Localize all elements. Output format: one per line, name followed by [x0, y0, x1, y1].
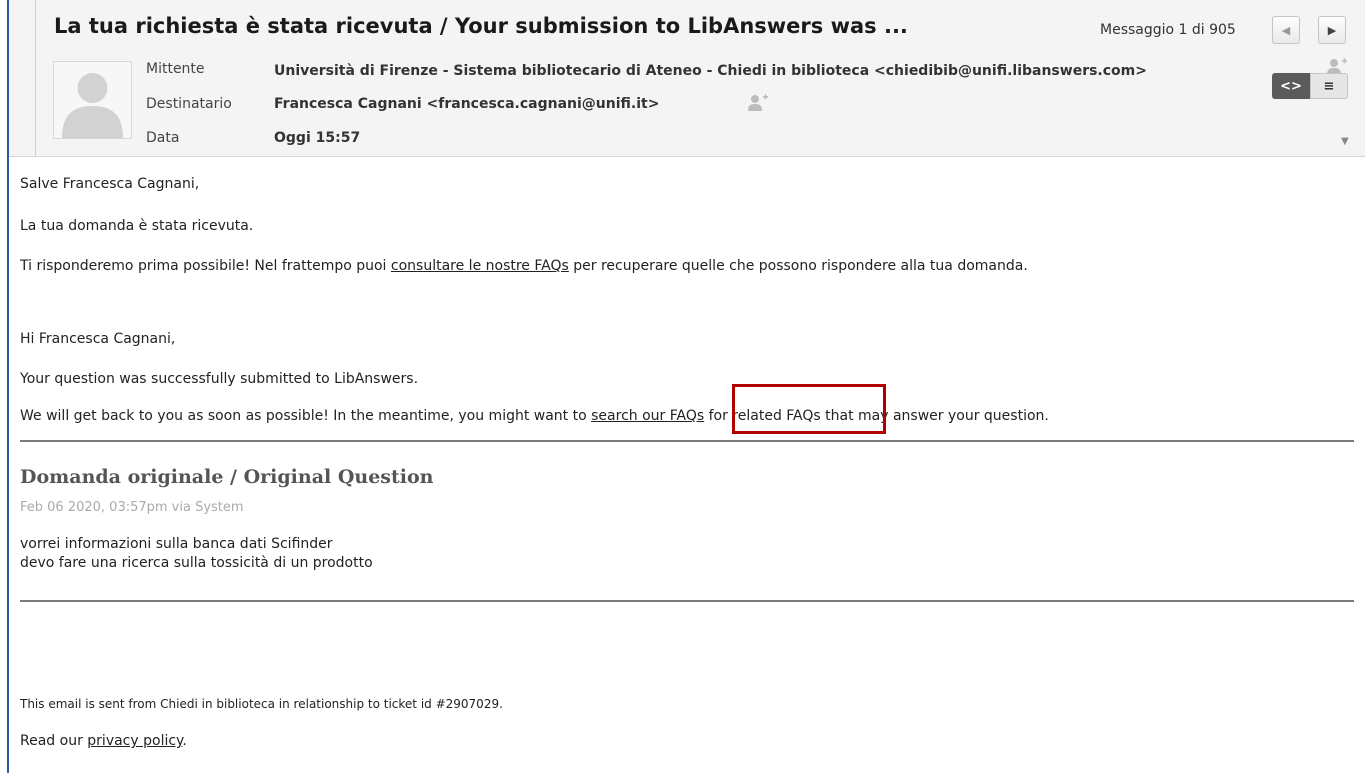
date-value: Oggi 15:57: [274, 130, 361, 146]
reply-italian-text: Ti risponderemo prima possibile! Nel fra…: [20, 258, 391, 274]
to-label: Destinatario: [146, 96, 232, 112]
divider: [20, 600, 1354, 602]
next-message-button[interactable]: ▶: [1318, 16, 1346, 44]
reply-english-text: We will get back to you as soon as possi…: [20, 408, 592, 424]
reply-italian: Ti risponderemo prima possibile! Nel fra…: [20, 258, 1028, 274]
privacy-line: Read our privacy policy.: [20, 733, 187, 749]
original-question-line: devo fare una ricerca sulla tossicità di…: [20, 555, 373, 571]
reply-italian-text-end: per recuperare quelle che possono rispon…: [568, 258, 1028, 274]
from-label: Mittente: [146, 61, 205, 77]
add-contact-icon[interactable]: [747, 94, 769, 112]
from-value[interactable]: Università di Firenze - Sistema bibliote…: [274, 63, 1147, 79]
ticket-note: This email is sent from Chiedi in biblio…: [20, 697, 503, 711]
faq-link-english[interactable]: search our FAQs: [591, 408, 704, 424]
previous-message-button[interactable]: ◀: [1272, 16, 1300, 44]
received-italian: La tua domanda è stata ricevuta.: [20, 218, 254, 234]
privacy-text-end: .: [182, 733, 187, 749]
message-header: La tua richiesta è stata ricevuta / Your…: [9, 0, 1365, 157]
original-question-title: Domanda originale / Original Question: [20, 466, 434, 488]
default-user-icon: [54, 62, 131, 138]
divider: [20, 440, 1354, 442]
original-question-line: vorrei informazioni sulla banca dati Sci…: [20, 536, 333, 552]
privacy-text: Read our: [20, 733, 88, 749]
chevron-left-icon: ◀: [1281, 23, 1291, 37]
privacy-policy-link[interactable]: privacy policy: [87, 733, 182, 749]
message-view: La tua richiesta è stata ricevuta / Your…: [7, 0, 1365, 773]
greeting-italian: Salve Francesca Cagnani,: [20, 176, 200, 192]
date-label: Data: [146, 130, 180, 146]
to-value[interactable]: Francesca Cagnani <francesca.cagnani@uni…: [274, 96, 659, 112]
reply-english: We will get back to you as soon as possi…: [20, 408, 1049, 424]
sender-avatar: [53, 61, 132, 139]
view-mode-toggle: <> ≡: [1272, 73, 1348, 99]
message-subject: La tua richiesta è stata ricevuta / Your…: [54, 14, 908, 38]
message-counter: Messaggio 1 di 905: [1100, 22, 1236, 38]
original-question-meta: Feb 06 2020, 03:57pm via System: [20, 500, 244, 515]
view-source-button[interactable]: <>: [1272, 73, 1310, 99]
chevron-right-icon: ▶: [1327, 23, 1337, 37]
received-english: Your question was successfully submitted…: [20, 371, 419, 387]
from-value-container: Università di Firenze - Sistema bibliote…: [274, 60, 1267, 80]
header-divider: [35, 0, 36, 156]
view-plain-text-button[interactable]: ≡: [1310, 73, 1348, 99]
faq-link-italian[interactable]: consultare le nostre FAQs: [391, 258, 569, 274]
expand-header-icon[interactable]: ▼: [1341, 136, 1349, 147]
greeting-english: Hi Francesca Cagnani,: [20, 331, 176, 347]
highlight-box: [732, 384, 886, 434]
